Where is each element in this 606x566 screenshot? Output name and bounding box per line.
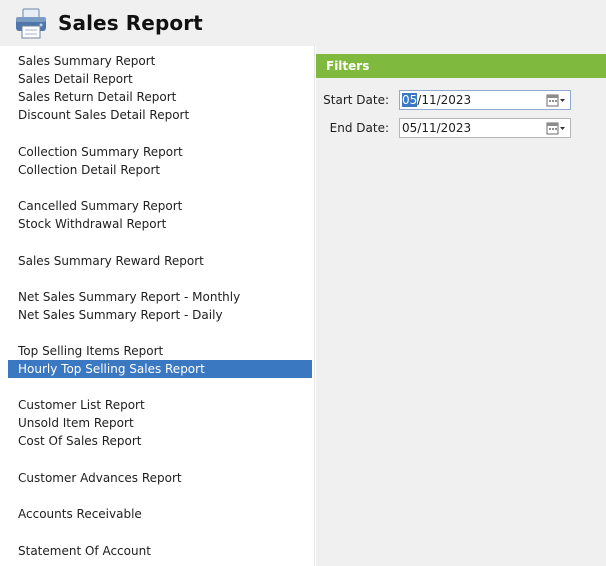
report-list-item[interactable]: Customer List Report (8, 396, 312, 414)
report-list-item[interactable]: Discount Sales Detail Report (8, 106, 312, 124)
end-date-label: End Date: (329, 121, 389, 135)
end-date-input[interactable]: 05/11/2023 (399, 118, 571, 138)
report-list-item[interactable]: Sales Summary Reward Report (8, 252, 312, 270)
title-bar: Sales Report (0, 0, 606, 46)
start-date-label: Start Date: (323, 93, 389, 107)
calendar-dropdown-icon[interactable] (546, 94, 566, 107)
filters-header: Filters (316, 54, 606, 78)
report-list-item[interactable]: Stock Withdrawal Report (8, 215, 312, 233)
report-list-item[interactable]: Net Sales Summary Report - Daily (8, 306, 312, 324)
report-list-item[interactable]: Sales Summary Report (8, 52, 312, 70)
report-list-item[interactable]: Collection Detail Report (8, 161, 312, 179)
end-date-value: 05/11/2023 (402, 121, 472, 135)
printer-icon (16, 8, 46, 39)
report-list-item[interactable]: Sales Return Detail Report (8, 88, 312, 106)
report-list-item[interactable]: Cost Of Sales Report (8, 432, 312, 450)
report-list-item[interactable]: Cancelled Summary Report (8, 197, 312, 215)
report-list-item[interactable]: Accounts Receivable (8, 505, 312, 523)
start-date-selected-text: 05 (402, 93, 418, 107)
report-list-item[interactable]: Unsold Item Report (8, 414, 312, 432)
report-list-item[interactable]: Sales Detail Report (8, 70, 312, 88)
report-list-item[interactable]: Hourly Top Selling Sales Report (8, 360, 312, 378)
start-date-value: /11/2023 (417, 93, 472, 107)
page-title: Sales Report (58, 11, 203, 35)
start-date-input[interactable]: 05/11/2023 (399, 90, 571, 110)
report-list-item[interactable]: Collection Summary Report (8, 143, 312, 161)
report-list-item[interactable]: Top Selling Items Report (8, 342, 312, 360)
report-list-item[interactable]: Customer Advances Report (8, 469, 312, 487)
report-list-item[interactable]: Statement Of Account (8, 542, 312, 560)
report-list-item[interactable]: Net Sales Summary Report - Monthly (8, 288, 312, 306)
calendar-dropdown-icon[interactable] (546, 122, 566, 135)
